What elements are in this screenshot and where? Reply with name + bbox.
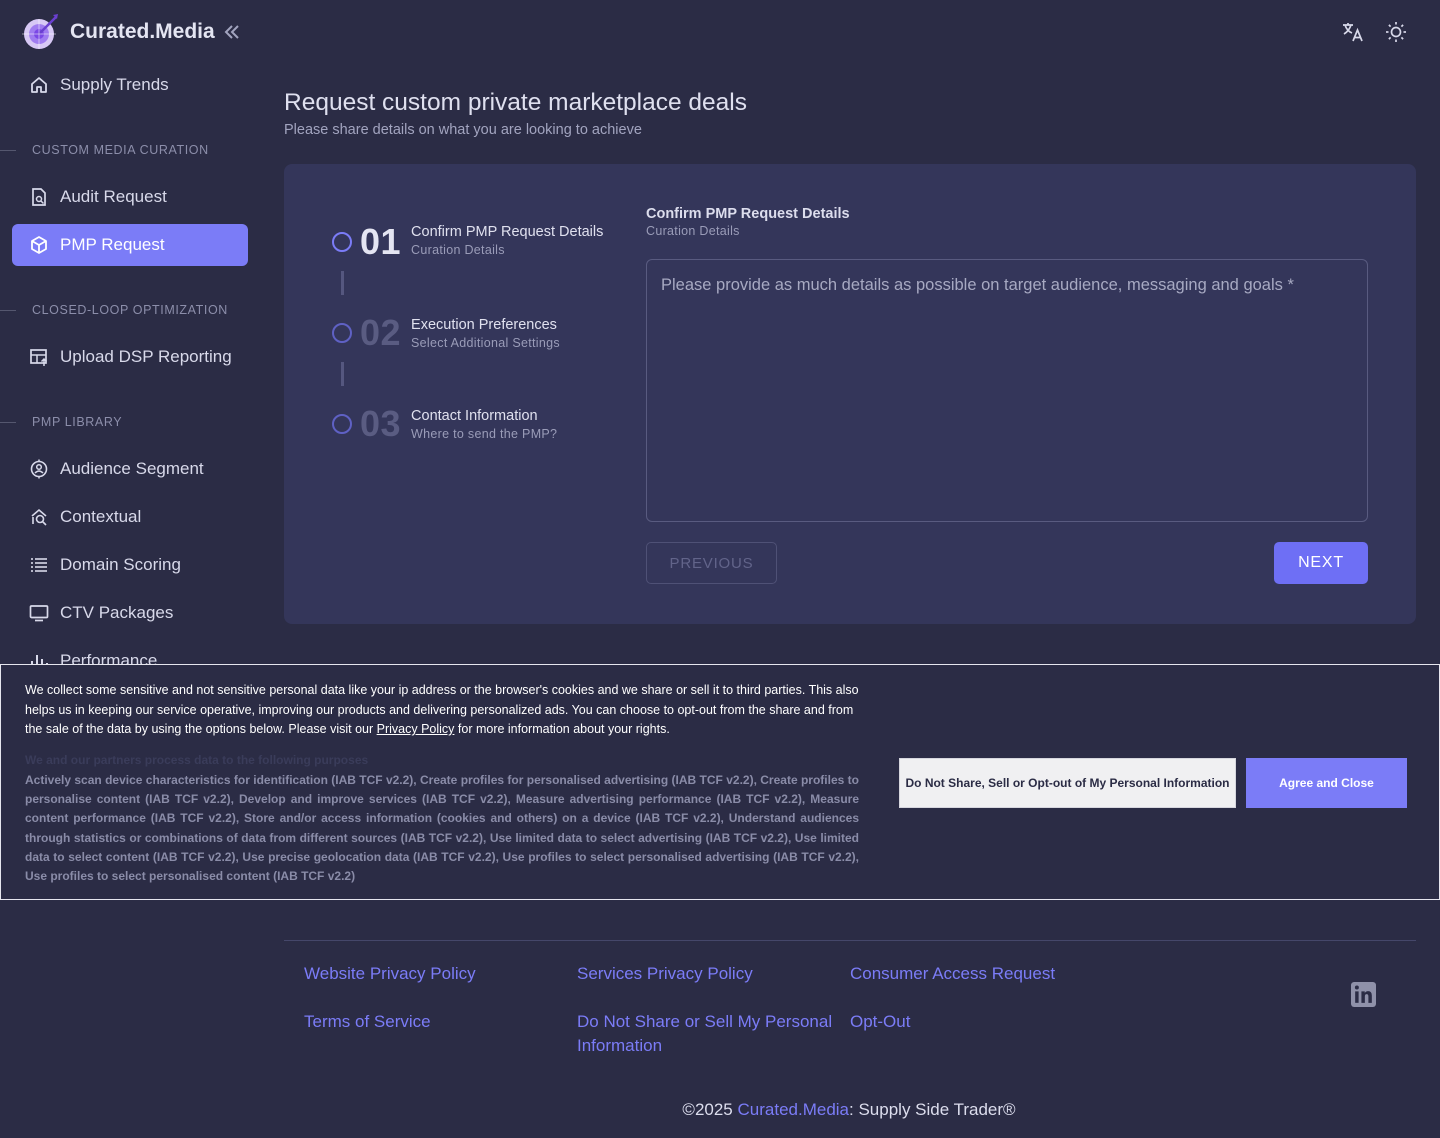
step-number: 01	[360, 221, 402, 262]
consent-purposes-list: Actively scan device characteristics for…	[25, 773, 859, 884]
step-connector	[341, 362, 344, 386]
step-title: Execution Preferences	[411, 316, 557, 333]
step-connector	[341, 271, 344, 295]
theme-toggle-icon[interactable]	[1384, 20, 1408, 44]
step-subtitle: Select Additional Settings	[411, 335, 560, 350]
sidebar-item-label: Audit Request	[60, 187, 167, 206]
step-2[interactable]: 02 Execution Preferences Select Addition…	[332, 312, 560, 354]
sidebar-item-label: Audience Segment	[60, 459, 204, 478]
translate-icon[interactable]	[1341, 20, 1365, 44]
next-button[interactable]: NEXT	[1274, 542, 1368, 584]
sidebar-item-domain-scoring[interactable]: Domain Scoring	[12, 544, 248, 586]
logo-icon	[22, 14, 58, 49]
step-subtitle: Curation Details	[411, 242, 505, 257]
step-number: 02	[360, 312, 402, 353]
cookie-consent-banner: We collect some sensitive and not sensit…	[0, 664, 1440, 900]
divider	[0, 309, 16, 311]
do-not-share-link[interactable]: Do Not Share or Sell My Personal Informa…	[577, 1010, 839, 1058]
website-privacy-policy-link[interactable]: Website Privacy Policy	[304, 962, 476, 986]
brand-name: Curated.Media	[70, 20, 215, 43]
step-subtitle: Where to send the PMP?	[411, 426, 558, 441]
copyright-suffix: : Supply Side Trader®	[849, 1100, 1016, 1119]
consent-purposes-heading: We and our partners process data to the …	[25, 753, 369, 767]
sidebar: Curated.Media Supply Trends CUSTOM MEDIA…	[0, 0, 260, 1138]
agree-and-close-button[interactable]: Agree and Close	[1246, 758, 1407, 808]
privacy-policy-link[interactable]: Privacy Policy	[377, 722, 455, 736]
step-1[interactable]: 01 Confirm PMP Request Details Curation …	[332, 221, 603, 263]
section-label-closed-loop-optimization: CLOSED-LOOP OPTIMIZATION	[0, 302, 260, 318]
section-label-text: PMP LIBRARY	[32, 415, 123, 429]
copyright: ©2025 Curated.Media: Supply Side Trader®	[0, 1100, 1440, 1120]
section-label-pmp-library: PMP LIBRARY	[0, 414, 260, 430]
step-title: Contact Information	[411, 407, 538, 424]
linkedin-icon[interactable]	[1351, 982, 1376, 1007]
brand[interactable]: Curated.Media	[20, 12, 241, 52]
step-number: 03	[360, 403, 402, 444]
divider	[0, 421, 16, 423]
footer-divider	[284, 940, 1416, 941]
previous-button[interactable]: PREVIOUS	[646, 542, 777, 584]
step-3[interactable]: 03 Contact Information Where to send the…	[332, 403, 557, 445]
request-details-textarea[interactable]	[646, 259, 1368, 522]
divider	[0, 149, 16, 151]
sidebar-item-ctv-packages[interactable]: CTV Packages	[12, 592, 248, 634]
copyright-prefix: ©2025	[682, 1100, 738, 1119]
page-title: Request custom private marketplace deals	[284, 89, 747, 116]
step-text: Contact Information Where to send the PM…	[411, 408, 557, 441]
copyright-brand-link[interactable]: Curated.Media	[738, 1100, 850, 1119]
sidebar-item-label: CTV Packages	[60, 603, 174, 622]
step-indicator-icon	[332, 232, 352, 252]
step-text: Execution Preferences Select Additional …	[411, 317, 560, 350]
pmp-request-card: 01 Confirm PMP Request Details Curation …	[284, 164, 1416, 624]
document-search-icon	[28, 186, 50, 208]
sidebar-item-contextual[interactable]: Contextual	[12, 496, 248, 538]
consent-intro: We collect some sensitive and not sensit…	[25, 681, 865, 740]
sidebar-item-pmp-request[interactable]: PMP Request	[12, 224, 248, 266]
contextual-search-icon	[28, 506, 50, 528]
table-upload-icon	[28, 346, 50, 368]
page-subtitle: Please share details on what you are loo…	[284, 122, 642, 138]
do-not-share-button[interactable]: Do Not Share, Sell or Opt-out of My Pers…	[899, 758, 1236, 808]
sidebar-item-label: Domain Scoring	[60, 555, 181, 574]
sidebar-item-supply-trends[interactable]: Supply Trends	[12, 64, 248, 106]
sidebar-item-label: Upload DSP Reporting	[60, 347, 232, 366]
sidebar-item-upload-dsp-reporting[interactable]: Upload DSP Reporting	[12, 336, 248, 378]
collapse-sidebar-icon[interactable]	[223, 23, 241, 41]
consumer-access-request-link[interactable]: Consumer Access Request	[850, 962, 1055, 986]
sidebar-item-audit-request[interactable]: Audit Request	[12, 176, 248, 218]
form-title: Confirm PMP Request Details	[646, 206, 850, 222]
section-label-custom-media-curation: CUSTOM MEDIA CURATION	[0, 142, 260, 158]
opt-out-link[interactable]: Opt-Out	[850, 1010, 910, 1034]
step-indicator-icon	[332, 414, 352, 434]
consent-intro-text-end: for more information about your rights.	[454, 722, 670, 736]
sidebar-item-label: Supply Trends	[60, 75, 169, 94]
cube-icon	[28, 234, 50, 256]
list-icon	[28, 554, 50, 576]
step-title: Confirm PMP Request Details	[411, 223, 604, 240]
home-icon	[28, 74, 50, 96]
section-label-text: CLOSED-LOOP OPTIMIZATION	[32, 303, 228, 317]
sidebar-item-audience-segment[interactable]: Audience Segment	[12, 448, 248, 490]
step-indicator-icon	[332, 323, 352, 343]
sidebar-item-label: PMP Request	[60, 235, 165, 254]
audience-icon	[28, 458, 50, 480]
services-privacy-policy-link[interactable]: Services Privacy Policy	[577, 962, 753, 986]
sidebar-item-label: Contextual	[60, 507, 142, 526]
tv-icon	[28, 602, 50, 624]
section-label-text: CUSTOM MEDIA CURATION	[32, 143, 209, 157]
terms-of-service-link[interactable]: Terms of Service	[304, 1010, 431, 1034]
form-subtitle: Curation Details	[646, 224, 740, 238]
step-text: Confirm PMP Request Details Curation Det…	[411, 224, 603, 257]
